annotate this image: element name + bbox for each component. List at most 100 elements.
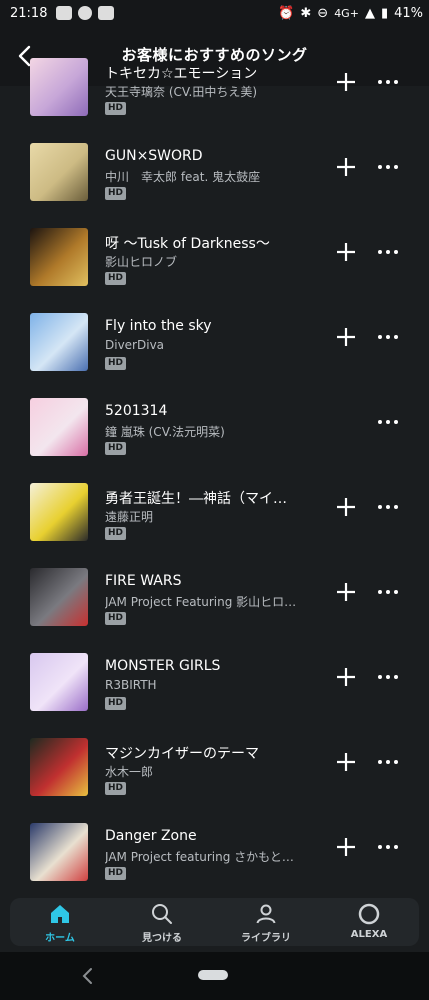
system-home-pill[interactable] (198, 970, 228, 980)
plus-icon (337, 328, 355, 346)
more-options-button[interactable] (375, 240, 401, 264)
more-horizontal-icon (378, 590, 398, 594)
dnd-icon: ⊖ (317, 6, 329, 21)
nav-find[interactable]: 見つける (117, 898, 207, 946)
more-horizontal-icon (378, 845, 398, 849)
plus-icon (337, 243, 355, 261)
track-artist: 遠藤正明 (105, 510, 154, 524)
track-row[interactable]: FIRE WARS JAM Project Featuring 影山ヒロ… HD (0, 553, 429, 638)
battery-icon: ▮ (380, 6, 389, 21)
plus-icon (337, 838, 355, 856)
bottom-nav: ホーム 見つける ライブラリ ALEXA (10, 898, 419, 946)
nav-library-label: ライブラリ (241, 933, 291, 944)
hd-badge: HD (105, 102, 127, 115)
hd-badge: HD (105, 697, 127, 710)
more-options-button[interactable] (375, 155, 401, 179)
plus-icon (337, 73, 355, 91)
track-row[interactable]: 5201314 鐘 嵐珠 (CV.法元明菜) HD (0, 383, 429, 468)
battery-percent: 41% (394, 6, 423, 21)
nav-home-label: ホーム (45, 933, 75, 944)
track-artist: 中川 幸太郎 feat. 鬼太鼓座 (105, 170, 261, 184)
track-artist: JAM Project Featuring 影山ヒロ… (105, 595, 297, 609)
more-options-button[interactable] (375, 665, 401, 689)
more-horizontal-icon (378, 675, 398, 679)
more-options-button[interactable] (375, 835, 401, 859)
nav-home[interactable]: ホーム (15, 898, 105, 946)
nav-alexa[interactable]: ALEXA (324, 898, 414, 946)
plus-icon (337, 498, 355, 516)
album-art[interactable] (30, 653, 88, 711)
more-options-button[interactable] (375, 325, 401, 349)
track-row[interactable]: 呀 〜Tusk of Darkness〜 影山ヒロノブ HD (0, 213, 429, 298)
hd-badge: HD (105, 357, 127, 370)
album-art[interactable] (30, 398, 88, 456)
bluetooth-icon: ✱ (300, 6, 312, 21)
more-options-button[interactable] (375, 410, 401, 434)
more-options-button[interactable] (375, 495, 401, 519)
more-options-button[interactable] (375, 70, 401, 94)
album-art[interactable] (30, 483, 88, 541)
hd-badge: HD (105, 612, 127, 625)
track-artist: JAM Project featuring さかもと… (105, 850, 294, 864)
plus-icon (337, 158, 355, 176)
album-art[interactable] (30, 823, 88, 881)
track-artist: R3BIRTH (105, 678, 157, 692)
add-to-library-button[interactable] (334, 580, 358, 604)
track-row[interactable]: Fly into the sky DiverDiva HD (0, 298, 429, 383)
hd-badge: HD (105, 187, 127, 200)
album-art[interactable] (30, 568, 88, 626)
nav-find-label: 見つける (142, 933, 182, 944)
nav-library[interactable]: ライブラリ (221, 898, 311, 946)
album-art[interactable] (30, 58, 88, 116)
track-title: 呀 〜Tusk of Darkness〜 (105, 236, 270, 252)
add-to-library-button[interactable] (334, 835, 358, 859)
track-title: 勇者王誕生！―神話（マイ… (105, 491, 287, 507)
plus-icon (337, 668, 355, 686)
album-art[interactable] (30, 313, 88, 371)
track-title: トキセカ☆エモーション (105, 66, 258, 82)
track-row[interactable]: 勇者王誕生！―神話（マイ… 遠藤正明 HD (0, 468, 429, 553)
track-row[interactable]: MONSTER GIRLS R3BIRTH HD (0, 638, 429, 723)
network-type: 4G+ (334, 7, 359, 20)
track-title: マジンカイザーのテーマ (105, 746, 259, 762)
more-horizontal-icon (378, 250, 398, 254)
track-row[interactable]: GUN×SWORD 中川 幸太郎 feat. 鬼太鼓座 HD (0, 128, 429, 213)
more-horizontal-icon (378, 420, 398, 424)
more-options-button[interactable] (375, 580, 401, 604)
add-to-library-button[interactable] (334, 70, 358, 94)
track-title: Fly into the sky (105, 318, 212, 334)
track-title: 5201314 (105, 403, 168, 419)
add-to-library-button[interactable] (334, 495, 358, 519)
status-time: 21:18 (10, 6, 48, 21)
system-nav-bar (0, 952, 429, 1000)
track-row[interactable]: マジンカイザーのテーマ 水木一郎 HD (0, 723, 429, 808)
hd-badge: HD (105, 272, 127, 285)
system-back-icon[interactable] (80, 966, 96, 986)
track-row[interactable]: Danger Zone JAM Project featuring さかもと… HD (0, 808, 429, 893)
nav-alexa-label: ALEXA (350, 929, 388, 940)
track-artist: 天王寺璃奈 (CV.田中ちえ美) (105, 85, 258, 99)
album-art[interactable] (30, 228, 88, 286)
alarm-icon: ⏰ (278, 6, 295, 21)
add-to-library-button[interactable] (334, 155, 358, 179)
add-to-library-button[interactable] (334, 325, 358, 349)
person-icon (256, 904, 276, 924)
album-art[interactable] (30, 143, 88, 201)
home-icon (51, 905, 69, 923)
status-bar: 21:18 ⏰ ✱ ⊖ 4G+ ▲ ▮ 41% (0, 0, 429, 28)
hd-badge: HD (105, 527, 127, 540)
plus-icon (337, 753, 355, 771)
add-to-library-button[interactable] (334, 240, 358, 264)
more-horizontal-icon (378, 505, 398, 509)
alexa-icon (358, 903, 380, 925)
track-list[interactable]: トキセカ☆エモーション 天王寺璃奈 (CV.田中ちえ美) HD GUN×SWORD 中川… (0, 58, 429, 913)
add-to-library-button[interactable] (334, 750, 358, 774)
track-title: FIRE WARS (105, 573, 182, 589)
search-icon (152, 904, 172, 924)
track-row[interactable]: トキセカ☆エモーション 天王寺璃奈 (CV.田中ちえ美) HD (0, 58, 429, 128)
album-art[interactable] (30, 738, 88, 796)
add-to-library-button[interactable] (334, 665, 358, 689)
notification-icons (56, 6, 114, 20)
hd-badge: HD (105, 442, 127, 455)
more-options-button[interactable] (375, 750, 401, 774)
